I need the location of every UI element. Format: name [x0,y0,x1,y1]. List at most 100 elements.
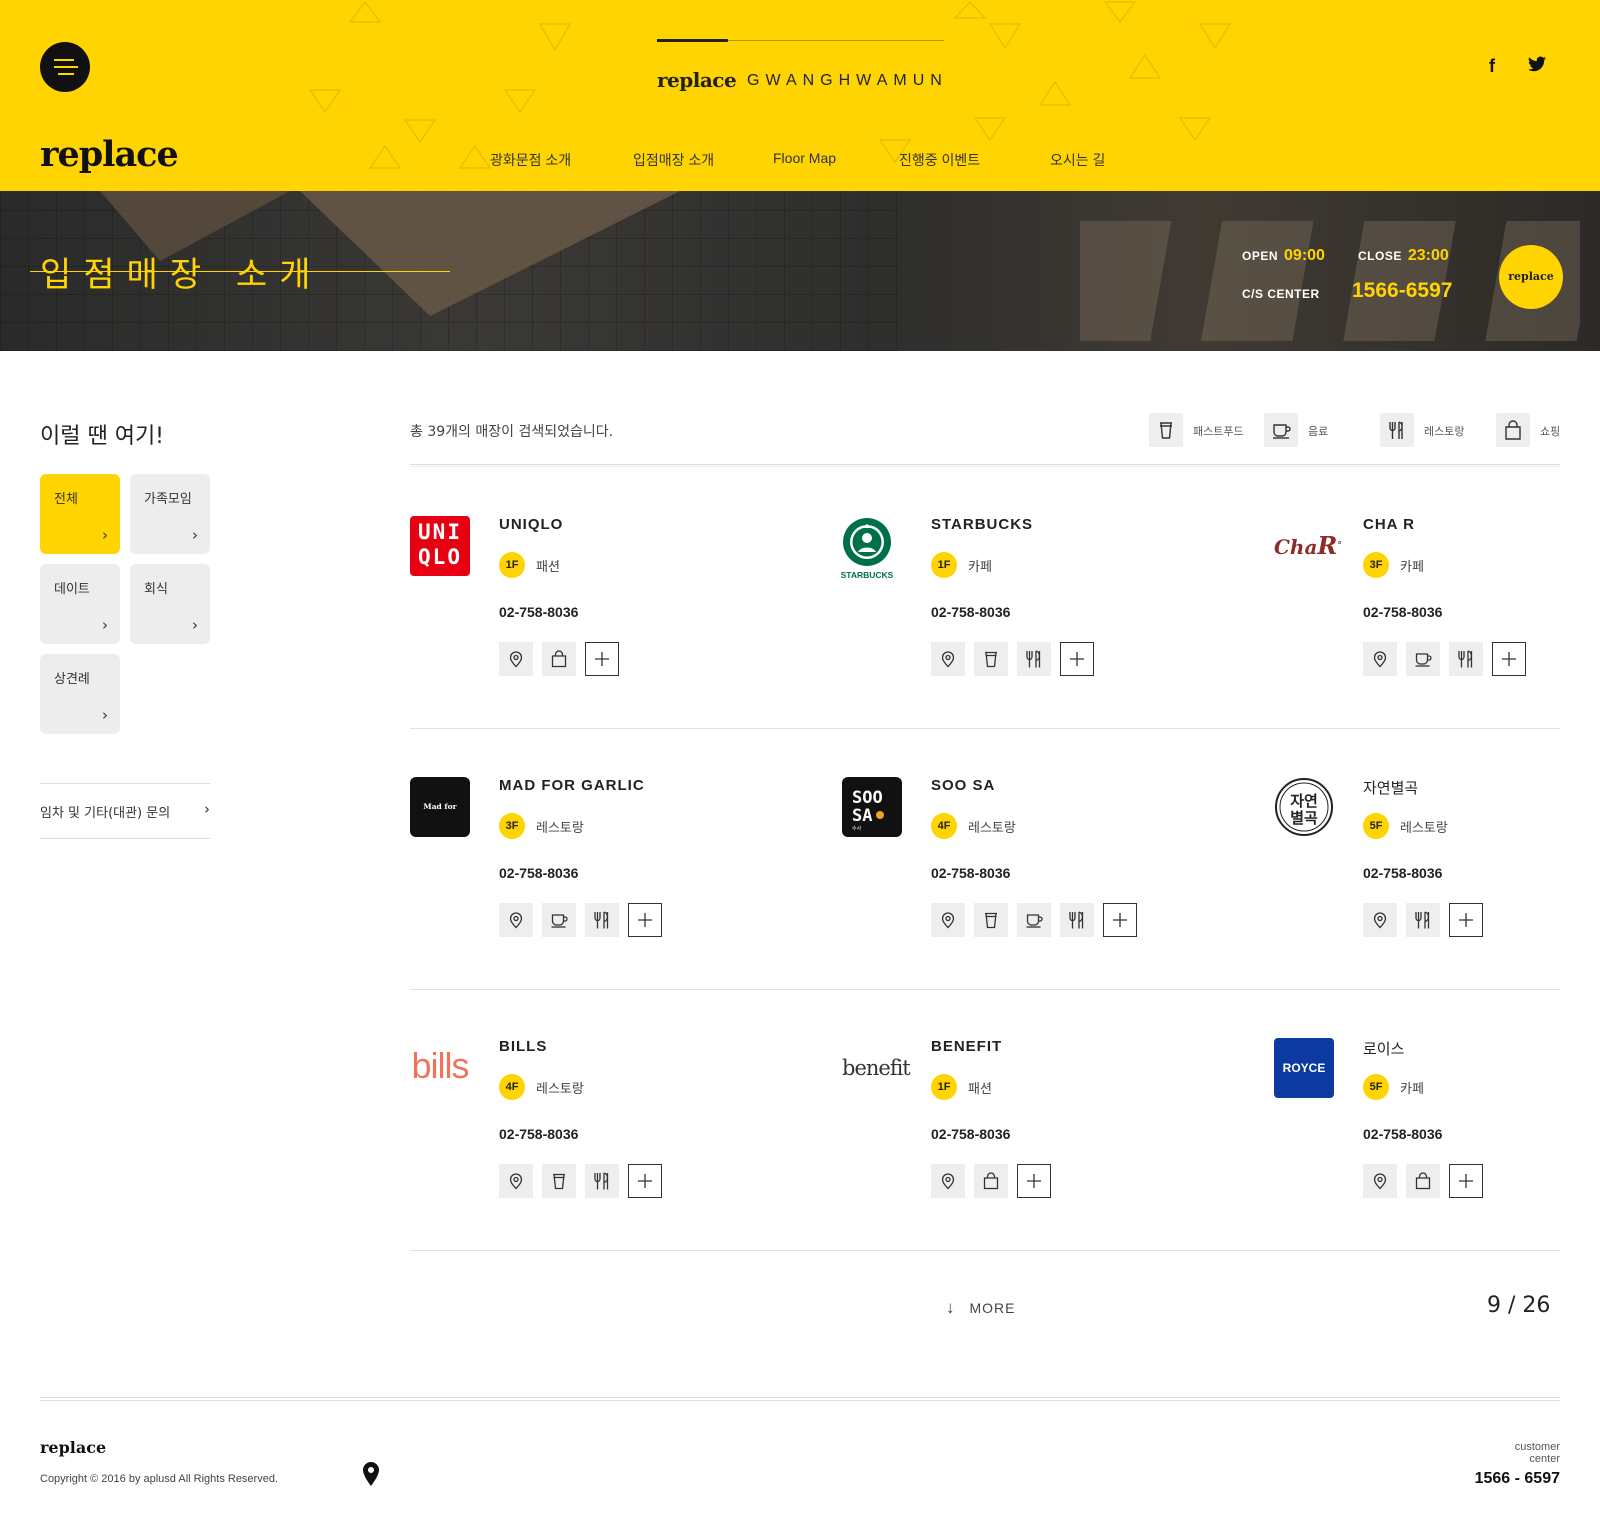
bag-icon[interactable] [1406,1164,1440,1198]
store-card-starbucks[interactable]: STARBUCKS STARBUCKS 1F 카페 02-758-8036 [841,516,1172,716]
footer-phone: 1566 - 6597 [1474,1470,1560,1487]
add-button[interactable] [585,642,619,676]
location-pin-icon[interactable] [499,903,533,937]
nav-events[interactable]: 진행중 이벤트 [899,150,980,170]
replace-badge[interactable]: replace [1499,245,1563,309]
cup-icon[interactable] [974,903,1008,937]
store-card-mad-for-garlic[interactable]: Mad for Garlic MAD FOR GARLIC 3F 레스토랑 02… [410,777,740,977]
cc-line2: center [1529,1453,1560,1465]
utensils-icon[interactable] [1406,903,1440,937]
location-pin-icon[interactable] [931,903,965,937]
store-actions [931,642,1103,676]
floor-badge: 4F [499,1074,525,1100]
add-button[interactable] [1103,903,1137,937]
add-button[interactable] [628,1164,662,1198]
svg-text:SOO: SOO [852,788,883,808]
utensils-icon[interactable] [585,903,619,937]
cup-icon[interactable] [974,642,1008,676]
sidebar-tile-family[interactable]: 가족모임 › [130,474,210,554]
sidebar-tile-all[interactable]: 전체 › [40,474,120,554]
add-button[interactable] [1449,1164,1483,1198]
nav-stores[interactable]: 입점매장 소개 [633,150,714,170]
store-card-uniqlo[interactable]: UNI QLO UNIQLO 1F 패션 02-758-8036 [410,516,740,716]
store-card-char[interactable]: ChaR° CHA R 3F 카페 02-758-8036 [1274,516,1600,716]
nav-directions[interactable]: 오시는 길 [1050,150,1105,170]
nav-about[interactable]: 광화문점 소개 [490,150,571,170]
store-name: BENEFIT [931,1038,1003,1055]
hero-banner: 입점매장 소개 OPEN 09:00 CLOSE 23:00 C/S CENTER … [0,191,1600,351]
store-actions [499,903,671,937]
sidebar-tile-meeting[interactable]: 상견례 › [40,654,120,734]
customer-center-label: customer center [1515,1441,1560,1465]
location-pin-icon[interactable] [1363,1164,1397,1198]
result-count: 총 39개의 매장이 검색되었습니다. [410,424,614,440]
more-label: MORE [969,1300,1016,1316]
facebook-icon[interactable]: f [1489,56,1495,77]
sidebar-tile-date[interactable]: 데이트 › [40,564,120,644]
store-logo: 자연 별곡 [1274,777,1334,837]
coffee-icon[interactable] [542,903,576,937]
cs-center-label: C/S CENTER [1242,287,1320,301]
location-pin-icon[interactable] [499,642,533,676]
floor-badge: 1F [931,1074,957,1100]
twitter-icon[interactable] [1528,56,1546,77]
store-card-benefit[interactable]: benefit BENEFIT 1F 패션 02-758-8036 [842,1038,1172,1238]
filter-label: 레스토랑 [1424,425,1465,438]
page-title-line [30,271,450,272]
chevron-right-icon: › [192,526,198,544]
nav-floor-map[interactable]: Floor Map [773,150,836,166]
coffee-icon[interactable] [1406,642,1440,676]
tile-label: 데이트 [54,582,90,597]
utensils-icon[interactable] [585,1164,619,1198]
store-phone: 02-758-8036 [1363,604,1443,620]
location-pin-icon[interactable] [1363,903,1397,937]
utensils-icon [1380,413,1414,447]
store-name: BILLS [499,1038,548,1055]
menu-button[interactable] [40,42,90,92]
store-card-bills[interactable]: bills BILLS 4F 레스토랑 02-758-8036 [410,1038,740,1238]
page-indicator: 9 / 26 [1487,1293,1551,1318]
location-pin-icon[interactable] [931,642,965,676]
store-name: 로이스 [1363,1040,1405,1058]
store-logo: SOO SA 수사 [842,777,902,837]
store-card-soo-sa[interactable]: SOO SA 수사 SOO SA 4F 레스토랑 02-758-8036 [842,777,1172,977]
add-button[interactable] [1017,1164,1051,1198]
add-button[interactable] [1060,642,1094,676]
arrow-down-icon: ↓ [946,1298,956,1317]
store-category: 패션 [968,1082,992,1097]
location-pin-icon[interactable] [1363,642,1397,676]
utensils-icon[interactable] [1060,903,1094,937]
bag-icon[interactable] [974,1164,1008,1198]
tile-label: 상견례 [54,672,90,687]
store-phone: 02-758-8036 [499,865,579,881]
rental-inquiry-link[interactable]: 임차 및 기타(대관) 문의 › [40,783,210,839]
map-pin-icon[interactable] [362,1462,380,1490]
store-logo: UNI QLO [410,516,470,576]
bag-icon[interactable] [542,642,576,676]
row-divider [410,989,1560,990]
store-name: MAD FOR GARLIC [499,777,645,794]
row-divider [410,1250,1560,1251]
floor-badge: 3F [1363,552,1389,578]
location-pin-icon[interactable] [499,1164,533,1198]
add-button[interactable] [1449,903,1483,937]
location-pin-icon[interactable] [931,1164,965,1198]
sidebar-tile-dinner[interactable]: 회식 › [130,564,210,644]
store-card-royce[interactable]: ROYCE 로이스 5F 카페 02-758-8036 [1274,1038,1600,1238]
cup-icon[interactable] [542,1164,576,1198]
store-actions [931,1164,1060,1198]
site-logo[interactable]: replace [40,134,179,175]
store-phone: 02-758-8036 [931,1126,1011,1142]
branch-location: GWANGHWAMUN [747,72,948,89]
add-button[interactable] [628,903,662,937]
footer-logo[interactable]: replace [40,1438,106,1457]
coffee-icon[interactable] [1017,903,1051,937]
store-phone: 02-758-8036 [931,865,1011,881]
utensils-icon[interactable] [1449,642,1483,676]
menu-bar-2 [54,66,78,68]
store-category: 카페 [1400,1082,1424,1097]
utensils-icon[interactable] [1017,642,1051,676]
store-card-nature[interactable]: 자연 별곡 자연별곡 5F 레스토랑 02-758-8036 [1274,777,1600,977]
add-button[interactable] [1492,642,1526,676]
more-button[interactable]: ↓ MORE [946,1298,1016,1318]
